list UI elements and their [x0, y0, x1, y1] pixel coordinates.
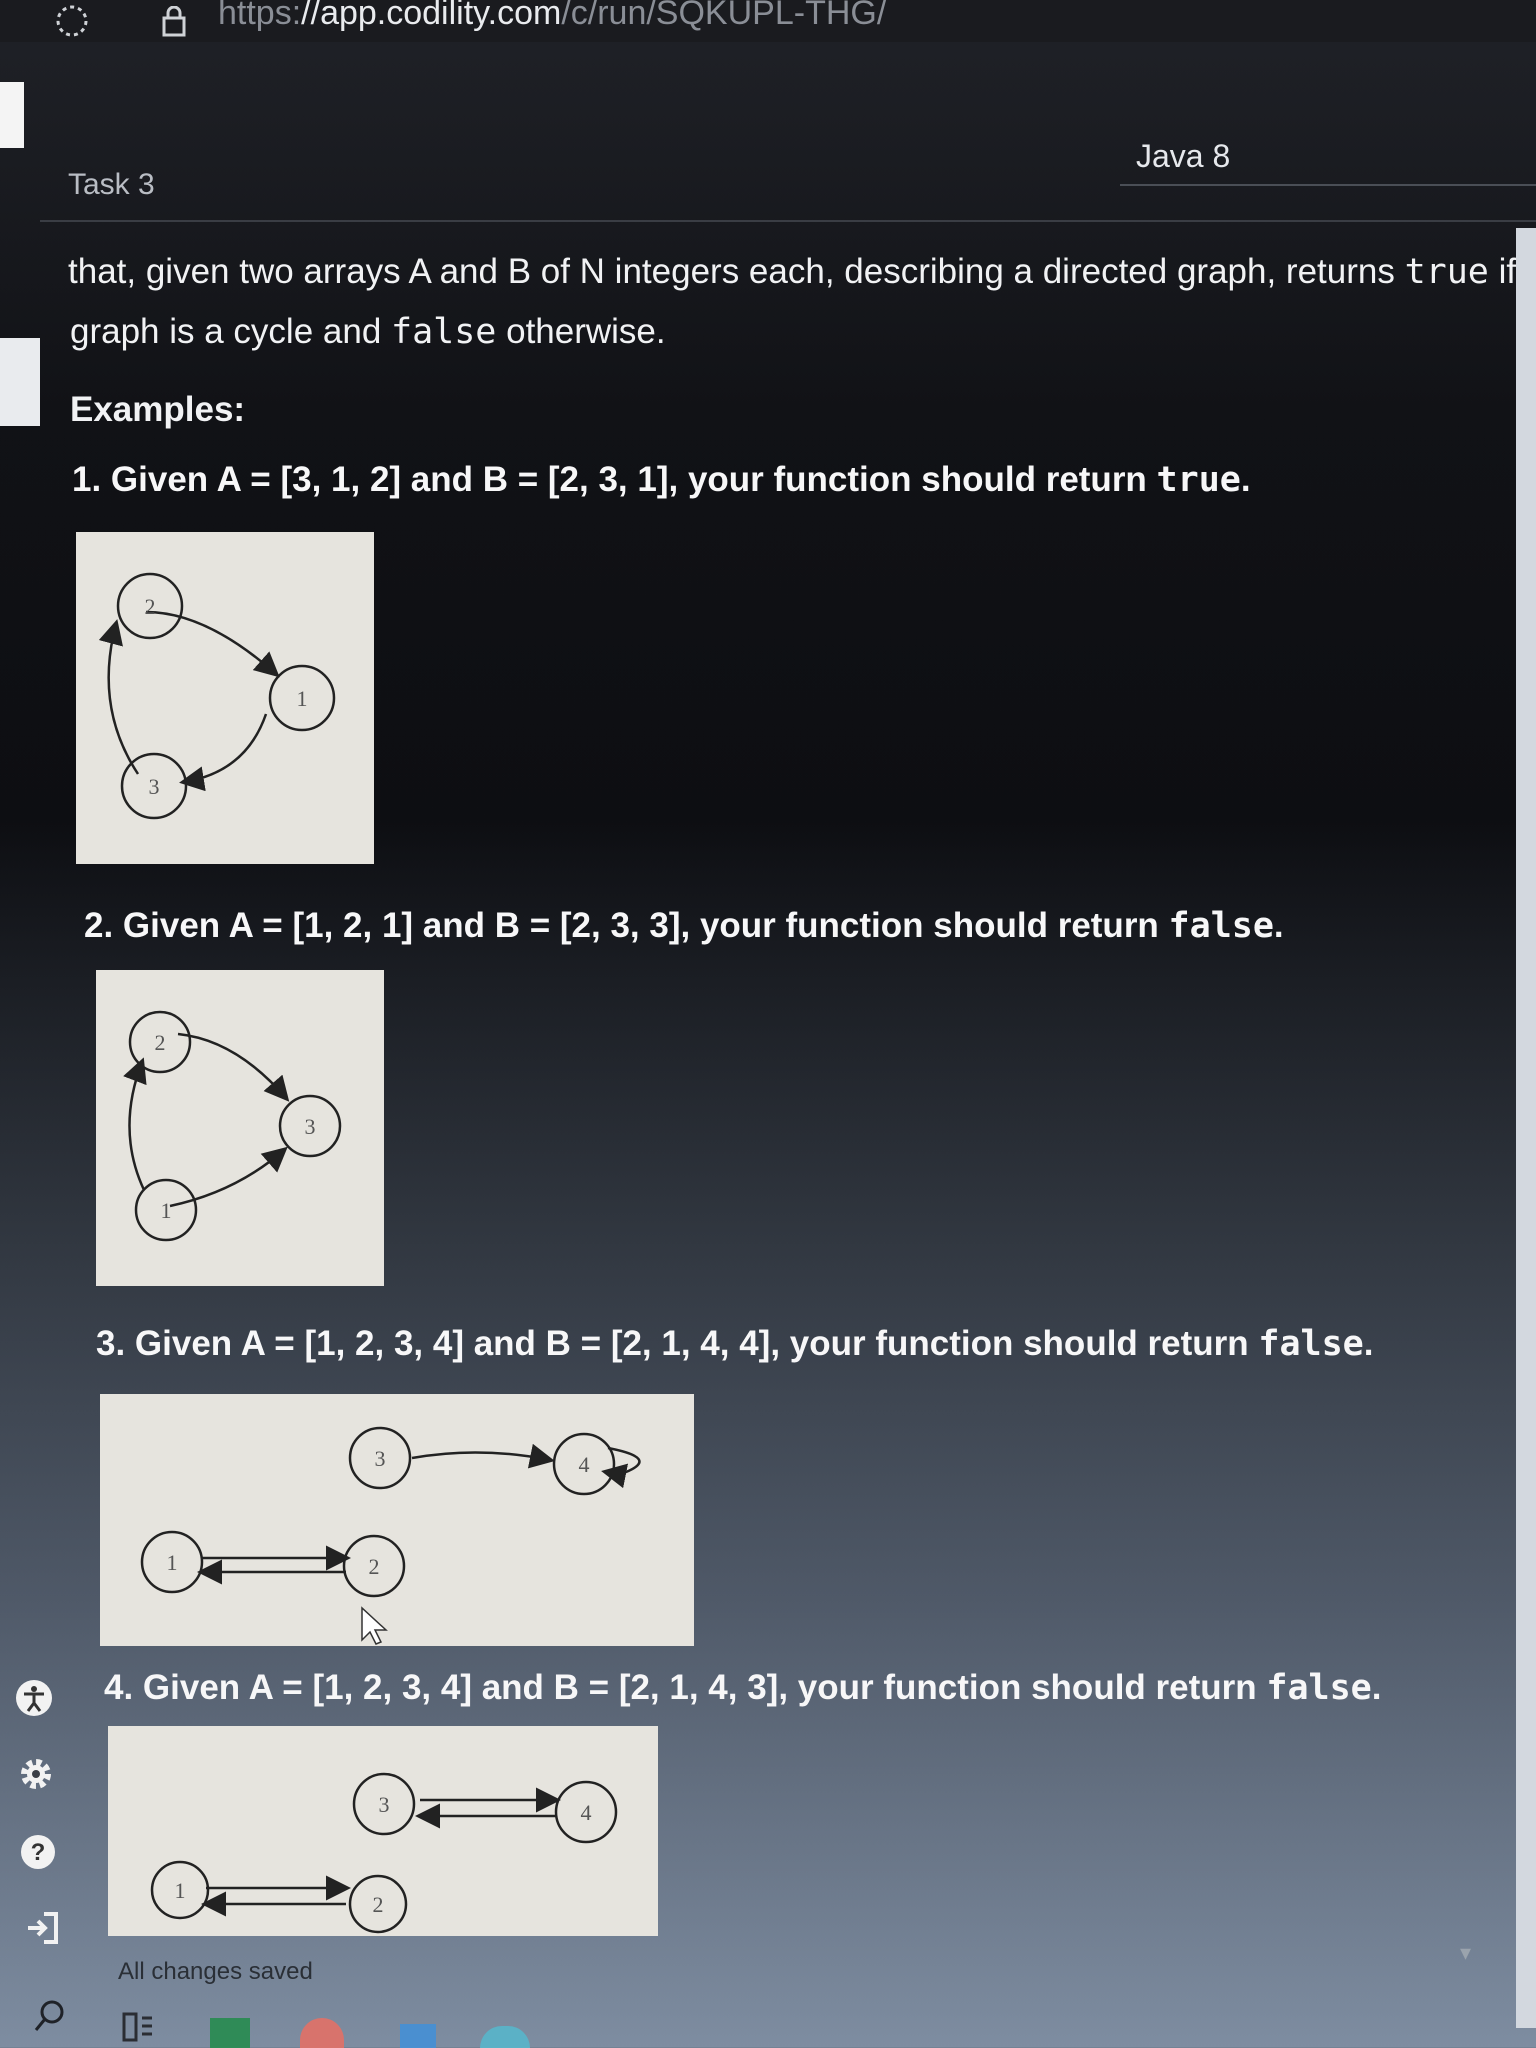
examples-heading: Examples: — [70, 390, 246, 429]
node-label: 4 — [581, 1800, 592, 1825]
node-label: 2 — [369, 1554, 380, 1579]
example-2-graph: 2 3 1 — [96, 970, 384, 1286]
address-bar[interactable]: https://app.codility.com/c/run/SQKUPL-TH… — [218, 0, 886, 33]
exit-icon[interactable] — [22, 1908, 62, 1948]
desc-text: graph is a cycle and — [70, 312, 392, 351]
example-end: . — [1371, 1668, 1382, 1707]
example-end: . — [1240, 460, 1251, 499]
node-label: 2 — [145, 594, 156, 619]
graph-node: 1 — [134, 1178, 198, 1242]
node-label: 4 — [579, 1452, 590, 1477]
task-description-line-2: graph is a cycle and false otherwise. — [70, 312, 666, 352]
node-label: 1 — [167, 1550, 178, 1575]
example-end: . — [1363, 1324, 1374, 1363]
example-3-graph: 3 4 1 2 — [100, 1394, 694, 1646]
graph-node: 2 — [128, 1010, 192, 1074]
node-label: 3 — [375, 1446, 386, 1471]
browser-toolbar: https://app.codility.com/c/run/SQKUPL-TH… — [0, 0, 1536, 42]
graph-edge — [123, 1057, 147, 1191]
node-label: 3 — [379, 1792, 390, 1817]
url-host: //app.codility.com — [301, 0, 562, 32]
code-false: false — [391, 312, 497, 352]
taskbar-app-icon[interactable] — [400, 2024, 436, 2048]
language-divider — [1120, 184, 1536, 186]
graph-edge — [98, 619, 140, 775]
node-label: 3 — [149, 774, 160, 799]
language-selector[interactable]: Java 8 — [1136, 138, 1230, 175]
save-status: All changes saved — [118, 1958, 313, 1985]
graph-edge — [179, 713, 268, 792]
example-3-text: 3. Given A = [1, 2, 3, 4] and B = [2, 1,… — [96, 1324, 1373, 1364]
node-label: 1 — [297, 686, 308, 711]
settings-icon[interactable] — [16, 1754, 56, 1794]
task-description-line-1: that, given two arrays A and B of N inte… — [68, 252, 1536, 292]
example-1-graph: 2 1 3 — [76, 532, 374, 864]
graph-edge — [169, 1146, 288, 1208]
example-4-text: 4. Given A = [1, 2, 3, 4] and B = [2, 1,… — [104, 1668, 1381, 1708]
task-view-icon[interactable] — [120, 2010, 156, 2044]
example-return-code: true — [1156, 460, 1241, 500]
code-true: true — [1404, 252, 1489, 292]
example-1-text: 1. Given A = [3, 1, 2] and B = [2, 3, 1]… — [72, 460, 1251, 500]
graph-edge — [145, 610, 280, 678]
graph-node: 4 — [552, 1432, 616, 1496]
example-text: 1. Given A = [3, 1, 2] and B = [2, 3, 1]… — [72, 460, 1157, 499]
graph-node: 3 — [278, 1094, 342, 1158]
graph-node: 2 — [348, 1874, 408, 1934]
graph-node: 3 — [348, 1426, 412, 1490]
accessibility-icon[interactable] — [14, 1678, 54, 1718]
help-glyph: ? — [31, 1839, 46, 1866]
side-panel-marker — [0, 338, 40, 426]
node-label: 2 — [373, 1892, 384, 1917]
mouse-cursor-icon — [361, 1606, 388, 1645]
desc-text: that, given two arrays A and B of N inte… — [68, 252, 1405, 291]
example-text: 3. Given A = [1, 2, 3, 4] and B = [2, 1,… — [96, 1324, 1259, 1363]
example-return-code: false — [1258, 1324, 1364, 1364]
example-end: . — [1273, 906, 1284, 945]
side-panel-tab[interactable] — [0, 82, 24, 148]
scroll-down-icon[interactable]: ▾ — [1460, 1940, 1471, 1966]
graph-edge — [411, 1443, 555, 1469]
graph-node: 3 — [120, 752, 188, 820]
search-icon[interactable] — [30, 1996, 70, 2036]
example-text: 4. Given A = [1, 2, 3, 4] and B = [2, 1,… — [104, 1668, 1267, 1707]
graph-node: 2 — [342, 1534, 406, 1598]
graph-node: 2 — [116, 572, 184, 640]
example-text: 2. Given A = [1, 2, 1] and B = [2, 3, 3]… — [84, 906, 1169, 945]
taskbar-app-icon[interactable] — [480, 2026, 530, 2048]
desc-text: otherwise. — [496, 312, 666, 351]
graph-edge — [177, 1032, 290, 1102]
task-title: Task 3 — [68, 168, 155, 201]
reload-icon[interactable] — [52, 2, 92, 40]
spreadsheet-app-icon[interactable] — [210, 2018, 250, 2048]
example-2-text: 2. Given A = [1, 2, 1] and B = [2, 3, 3]… — [84, 906, 1284, 946]
url-scheme: https: — [218, 0, 302, 32]
help-icon[interactable]: ? — [18, 1832, 58, 1872]
taskbar-app-icon[interactable] — [300, 2018, 344, 2048]
example-4-graph: 3 4 1 2 — [108, 1726, 658, 1936]
graph-node: 3 — [352, 1772, 416, 1836]
graph-node: 1 — [140, 1530, 204, 1594]
graph-node: 1 — [150, 1860, 210, 1920]
node-label: 2 — [155, 1030, 166, 1055]
scrollbar[interactable] — [1516, 228, 1536, 2028]
graph-node: 1 — [268, 664, 336, 732]
url-path: /c/run/SQKUPL-THG/ — [561, 0, 887, 32]
node-label: 1 — [175, 1878, 186, 1903]
example-return-code: false — [1168, 906, 1274, 946]
header-divider — [40, 220, 1536, 222]
lock-icon[interactable] — [160, 6, 188, 38]
node-label: 3 — [305, 1114, 316, 1139]
graph-node: 4 — [554, 1780, 618, 1844]
example-return-code: false — [1266, 1668, 1372, 1708]
node-label: 1 — [161, 1198, 172, 1223]
